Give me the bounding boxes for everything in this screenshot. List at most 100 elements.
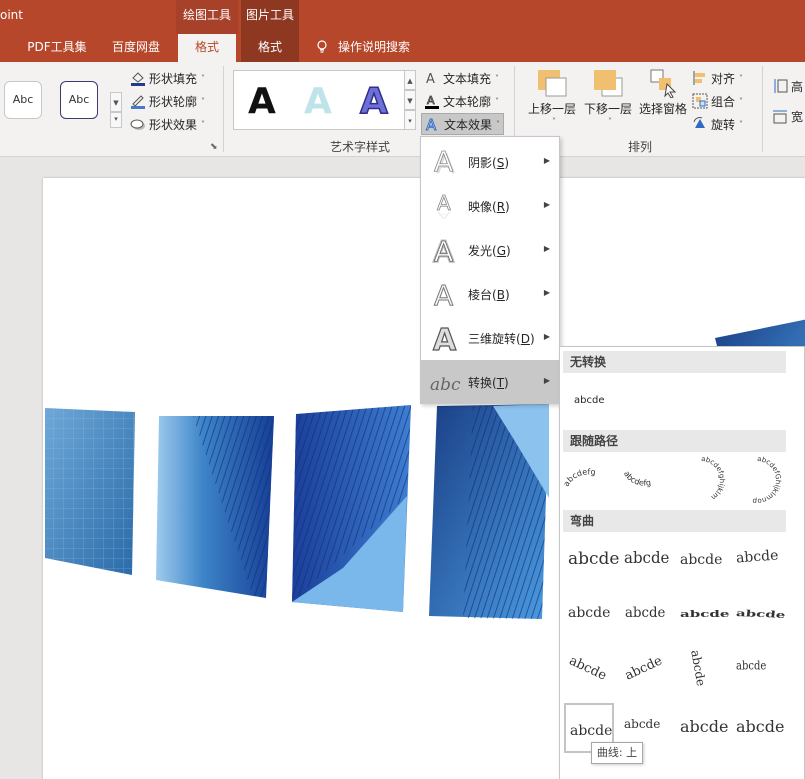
width-field[interactable]: 宽 (772, 106, 803, 126)
shape-outline-button[interactable]: 形状轮廓 ˅ (130, 91, 205, 111)
warp-sample-text: abcde (566, 653, 609, 684)
3d-rotation-accesskey: D (520, 331, 530, 346)
bevel-accesskey: B (496, 287, 505, 302)
text-outline-button[interactable]: A 文本轮廓 ˅ (424, 91, 499, 111)
warp-sample-text: abcde (680, 552, 723, 568)
selection-pane-icon (647, 68, 679, 99)
wordart-preset-purple[interactable]: A (359, 80, 388, 123)
tab-baidu-netdisk[interactable]: 百度网盘 (100, 34, 172, 62)
text-outline-icon: A (424, 93, 440, 109)
tab-picture-format[interactable]: 格式 (241, 34, 299, 62)
rotate-button[interactable]: 旋转 ˅ (692, 114, 743, 134)
glow-icon: AA (429, 232, 465, 270)
picture-panel-1-texture (45, 408, 135, 575)
width-icon (772, 108, 788, 124)
warp-option-triangle-up[interactable]: abcde (564, 535, 619, 585)
shape-effects-button[interactable]: 形状效果 ˅ (130, 114, 205, 134)
warp-option-wave-1[interactable]: abcde (676, 703, 728, 753)
warp-option-ring-inside[interactable]: abcde (564, 591, 614, 641)
chevron-down-icon: ˅ (495, 96, 500, 106)
warp-option-chevron-down[interactable]: abcde (732, 535, 782, 585)
menu-item-transform[interactable]: abc 转换(T) ▶ (421, 360, 559, 404)
warp-sample-text: abcde (688, 648, 709, 688)
reflection-accesskey: R (496, 199, 506, 214)
svg-text:A: A (437, 209, 451, 221)
transform-accesskey: T (496, 375, 505, 390)
shape-style-preset-1[interactable]: Abc (4, 81, 42, 119)
align-label: 对齐 (711, 71, 736, 86)
rotate-icon (692, 116, 708, 132)
shape-style-scroll-down[interactable]: ▼ (110, 92, 122, 112)
warp-sample-text: abcde (568, 605, 611, 621)
shape-fill-button[interactable]: 形状填充 ˅ (130, 68, 205, 88)
warp-option-button-pour[interactable]: abcde (732, 647, 782, 697)
text-effects-icon: A (425, 116, 441, 135)
warp-option-slant-up[interactable]: abcde (620, 647, 670, 697)
text-effects-button[interactable]: A 文本效果 ˅ (421, 113, 505, 135)
circle-preview: abcdefghijklm (701, 455, 726, 501)
text-fill-button[interactable]: A 文本填充 ˅ (424, 68, 499, 88)
follow-path-button[interactable]: abcdefGhijklmnop (732, 455, 783, 505)
tell-me-search[interactable]: 操作说明搜索 (312, 34, 432, 62)
selection-pane-button[interactable]: 选择窗格 (636, 68, 690, 117)
wordart-scroll-up[interactable]: ▲ (404, 70, 416, 90)
submenu-arrow-icon: ▶ (543, 376, 550, 385)
tab-drawing-format[interactable]: 格式 (178, 34, 236, 62)
chevron-down-icon: ˅ (495, 73, 500, 83)
height-field[interactable]: 高 (772, 76, 803, 96)
follow-path-arch-up[interactable]: abcdefg (562, 455, 614, 505)
follow-path-arch-down[interactable]: abcdefg (620, 455, 670, 505)
align-button[interactable]: 对齐 ˅ (692, 68, 743, 88)
dialog-launcher-icon[interactable]: ⬊ (210, 142, 218, 152)
warp-sample-text: abcde (625, 605, 666, 621)
chevron-down-icon: ˅ (201, 96, 206, 106)
warp-option-wave-2[interactable]: abcde (732, 703, 784, 753)
group-icon (692, 93, 708, 109)
wordart-preset-black[interactable]: A (248, 81, 276, 122)
lightbulb-icon (316, 37, 328, 53)
title-bar: oint 绘图工具 图片工具 (0, 0, 805, 34)
warp-option-chevron-up[interactable]: abcde (676, 535, 726, 585)
shape-style-preset-2[interactable]: Abc (60, 81, 98, 119)
warp-sample-text: abcde (735, 607, 786, 621)
send-backward-button[interactable]: 下移一层 ˅ (580, 68, 636, 126)
menu-item-reflection[interactable]: AA 映像(R) ▶ (421, 184, 559, 228)
warp-option-ring-outside[interactable]: abcde (620, 591, 670, 641)
app-title: oint (0, 8, 23, 22)
warp-option-arch-up-pour[interactable]: abcde (676, 591, 730, 641)
wordart-style-gallery[interactable]: A A A (233, 70, 406, 130)
glow-accesskey: G (496, 243, 507, 258)
wordart-preset-light-blue[interactable]: A (304, 81, 332, 122)
shadow-icon: AA (429, 144, 465, 180)
shadow-label: 阴影 (468, 155, 493, 170)
height-icon (772, 78, 788, 94)
align-icon (692, 70, 708, 86)
menu-item-bevel[interactable]: A 棱台(B) ▶ (421, 272, 559, 316)
send-backward-icon (592, 68, 624, 98)
text-effects-label: 文本效果 (444, 117, 493, 132)
no-transform-option[interactable]: abcde (568, 375, 618, 425)
warp-option-triangle-down[interactable]: abcde (620, 535, 670, 585)
text-fill-icon: A (424, 70, 440, 87)
wordart-more-button[interactable]: ▾ (404, 110, 416, 130)
warp-sample-text: abcde (570, 723, 613, 739)
menu-item-label: 映像(R) (468, 199, 510, 214)
shape-style-more-button[interactable]: ▾ (110, 112, 122, 128)
button-preview: abcdefGhijklmnop (752, 455, 783, 505)
warp-option-arch-down-pour[interactable]: abcde (732, 591, 786, 641)
menu-item-shadow[interactable]: AA 阴影(S) ▶ (421, 140, 559, 184)
menu-item-glow[interactable]: AA 发光(G) ▶ (421, 228, 559, 272)
shape-effects-icon (130, 116, 146, 132)
menu-item-3d-rotation[interactable]: A 三维旋转(D) ▶ (421, 316, 559, 360)
group-button[interactable]: 组合 ˅ (692, 91, 743, 111)
warp-option-can-up[interactable]: abcde (676, 647, 726, 697)
warp-option-circle-pour[interactable]: abcde (564, 647, 614, 697)
svg-text:abcdefg: abcdefg (622, 470, 652, 488)
wordart-scroll-down[interactable]: ▼ (404, 90, 416, 110)
svg-text:A: A (434, 279, 453, 312)
bring-forward-button[interactable]: 上移一层 ˅ (524, 68, 580, 126)
warp-sample-text: abcde (680, 608, 730, 620)
menu-item-label: 棱台(B) (468, 287, 510, 302)
follow-path-circle[interactable]: abcdefghijklm (676, 455, 726, 505)
tab-pdf-tools[interactable]: PDF工具集 (14, 34, 100, 62)
